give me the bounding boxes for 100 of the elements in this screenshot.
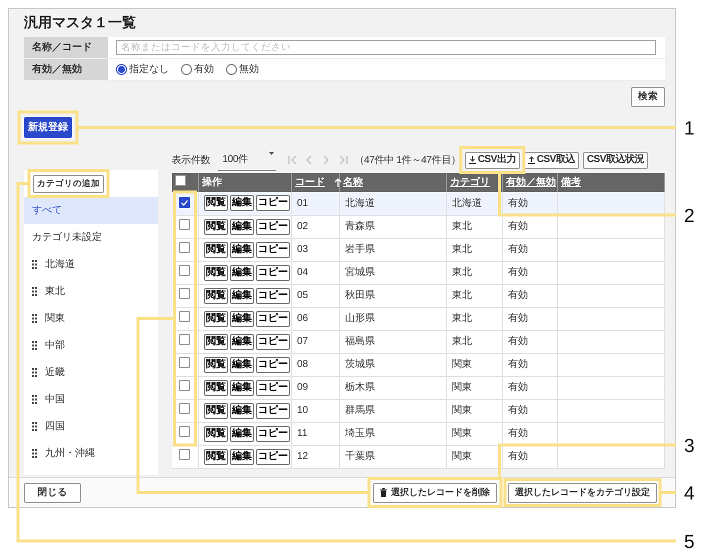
add-category-button[interactable]: カテゴリの追加: [33, 174, 104, 192]
search-button[interactable]: 検索: [631, 87, 665, 107]
set-category-button[interactable]: 選択したレコードをカテゴリ設定: [508, 482, 657, 502]
row-action-button[interactable]: 編集: [230, 380, 254, 396]
row-checkbox[interactable]: [179, 426, 190, 436]
drag-handle-icon[interactable]: [32, 287, 37, 296]
row-action-button[interactable]: 編集: [230, 402, 254, 418]
row-action-button[interactable]: 閲覧: [204, 356, 228, 372]
table-cell: 有効: [502, 353, 558, 376]
row-checkbox[interactable]: [179, 242, 190, 252]
csv-button[interactable]: CSV取込状況: [582, 152, 648, 168]
row-action-button[interactable]: コピー: [256, 310, 290, 326]
drag-handle-icon[interactable]: [32, 395, 37, 404]
table-cell: 有効: [502, 238, 558, 261]
row-checkbox[interactable]: [179, 264, 190, 276]
page-size-label: 表示件数: [172, 154, 210, 168]
first-page-icon[interactable]: [288, 155, 298, 165]
row-action-button[interactable]: コピー: [256, 334, 290, 350]
next-page-icon[interactable]: [322, 155, 332, 165]
row-checkbox[interactable]: [179, 380, 190, 390]
category-item[interactable]: 中国: [24, 386, 158, 413]
category-item[interactable]: 中部: [24, 332, 158, 359]
row-action-button[interactable]: コピー: [256, 402, 290, 418]
page-size-select[interactable]: 100件: [218, 150, 276, 170]
row-action-button[interactable]: コピー: [256, 242, 290, 258]
radio-button[interactable]: [226, 64, 237, 75]
row-action-button[interactable]: 閲覧: [204, 195, 228, 212]
category-item[interactable]: 東北: [24, 278, 158, 305]
table-cell: 関東: [446, 376, 502, 399]
close-button[interactable]: 閉じる: [24, 482, 81, 502]
row-action-button[interactable]: コピー: [256, 264, 290, 280]
row-checkbox[interactable]: [179, 402, 190, 414]
row-action-button[interactable]: 編集: [230, 334, 254, 350]
row-action-button[interactable]: 編集: [230, 242, 254, 258]
category-item[interactable]: 関東: [24, 305, 158, 332]
row-action-button[interactable]: コピー: [256, 380, 290, 396]
drag-handle-icon[interactable]: [32, 314, 37, 323]
row-action-button[interactable]: コピー: [256, 288, 290, 304]
input-field[interactable]: 名称またはコードを入力してください: [116, 40, 656, 55]
row-action-button[interactable]: コピー: [256, 356, 290, 372]
last-page-icon[interactable]: [339, 155, 348, 165]
callout-number: 1: [684, 118, 695, 140]
row-action-button[interactable]: 閲覧: [204, 310, 228, 326]
radio-label[interactable]: 指定なし: [129, 62, 169, 77]
table-cell: 有効: [502, 399, 558, 422]
table-cell: 関東: [446, 399, 502, 422]
row-checkbox[interactable]: [179, 334, 190, 344]
row-action-button[interactable]: 編集: [230, 218, 254, 234]
sortable-column-header[interactable]: 名称: [343, 177, 363, 188]
row-action-button[interactable]: 編集: [230, 195, 254, 212]
row-action-button[interactable]: コピー: [256, 448, 290, 464]
row-checkbox[interactable]: [179, 197, 190, 208]
row-checkbox[interactable]: [179, 448, 190, 460]
row-action-button[interactable]: 編集: [230, 448, 254, 464]
radio-label[interactable]: 無効: [239, 62, 259, 77]
select-all-checkbox[interactable]: [174, 174, 186, 186]
table-cell: 宮城県: [340, 261, 446, 284]
delete-selected-button[interactable]: 選択したレコードを削除: [373, 482, 497, 502]
category-item[interactable]: 北海道: [24, 251, 158, 278]
new-button[interactable]: 新規登録: [24, 117, 72, 138]
category-item[interactable]: 九州・沖縄: [24, 440, 158, 467]
sortable-column-header[interactable]: 備考: [561, 177, 581, 188]
sort-arrow-icon[interactable]: [334, 178, 342, 187]
row-action-button[interactable]: 編集: [230, 426, 254, 442]
category-item[interactable]: 近畿: [24, 359, 158, 386]
row-checkbox[interactable]: [179, 310, 190, 322]
row-checkbox[interactable]: [179, 288, 190, 298]
category-item[interactable]: すべて: [24, 197, 158, 224]
category-item[interactable]: カテゴリ未設定: [24, 224, 158, 251]
previous-page-icon[interactable]: [305, 155, 314, 165]
radio-button[interactable]: [116, 64, 127, 75]
row-action-button[interactable]: コピー: [256, 218, 290, 234]
row-action-button[interactable]: 閲覧: [204, 334, 228, 350]
csv-button[interactable]: CSV出力: [464, 152, 520, 168]
row-action-button[interactable]: 閲覧: [204, 448, 228, 464]
drag-handle-icon[interactable]: [32, 341, 37, 350]
row-action-button[interactable]: 編集: [230, 288, 254, 304]
row-action-button[interactable]: 編集: [230, 264, 254, 280]
row-action-button[interactable]: コピー: [256, 195, 290, 212]
category-item[interactable]: 四国: [24, 413, 158, 440]
csv-button[interactable]: CSV取込: [524, 152, 579, 168]
row-action-button[interactable]: 閲覧: [204, 380, 228, 396]
row-action-button[interactable]: 閲覧: [204, 288, 228, 304]
row-action-button[interactable]: 編集: [230, 310, 254, 326]
radio-button[interactable]: [181, 64, 192, 75]
row-action-button[interactable]: 閲覧: [204, 242, 228, 258]
row-action-button[interactable]: 閲覧: [204, 218, 228, 234]
row-checkbox[interactable]: [179, 356, 190, 368]
row-action-button[interactable]: 閲覧: [204, 264, 228, 280]
row-action-button[interactable]: 閲覧: [204, 402, 228, 418]
drag-handle-icon[interactable]: [32, 422, 37, 431]
drag-handle-icon[interactable]: [32, 260, 37, 269]
row-checkbox[interactable]: [179, 218, 190, 230]
row-action-button[interactable]: 閲覧: [204, 426, 228, 442]
radio-label[interactable]: 有効: [194, 62, 214, 77]
row-action-button[interactable]: 編集: [230, 356, 254, 372]
drag-handle-icon[interactable]: [32, 449, 37, 458]
drag-handle-icon[interactable]: [32, 368, 37, 377]
row-action-button[interactable]: コピー: [256, 426, 290, 442]
table-cell: 山形県: [340, 307, 446, 330]
